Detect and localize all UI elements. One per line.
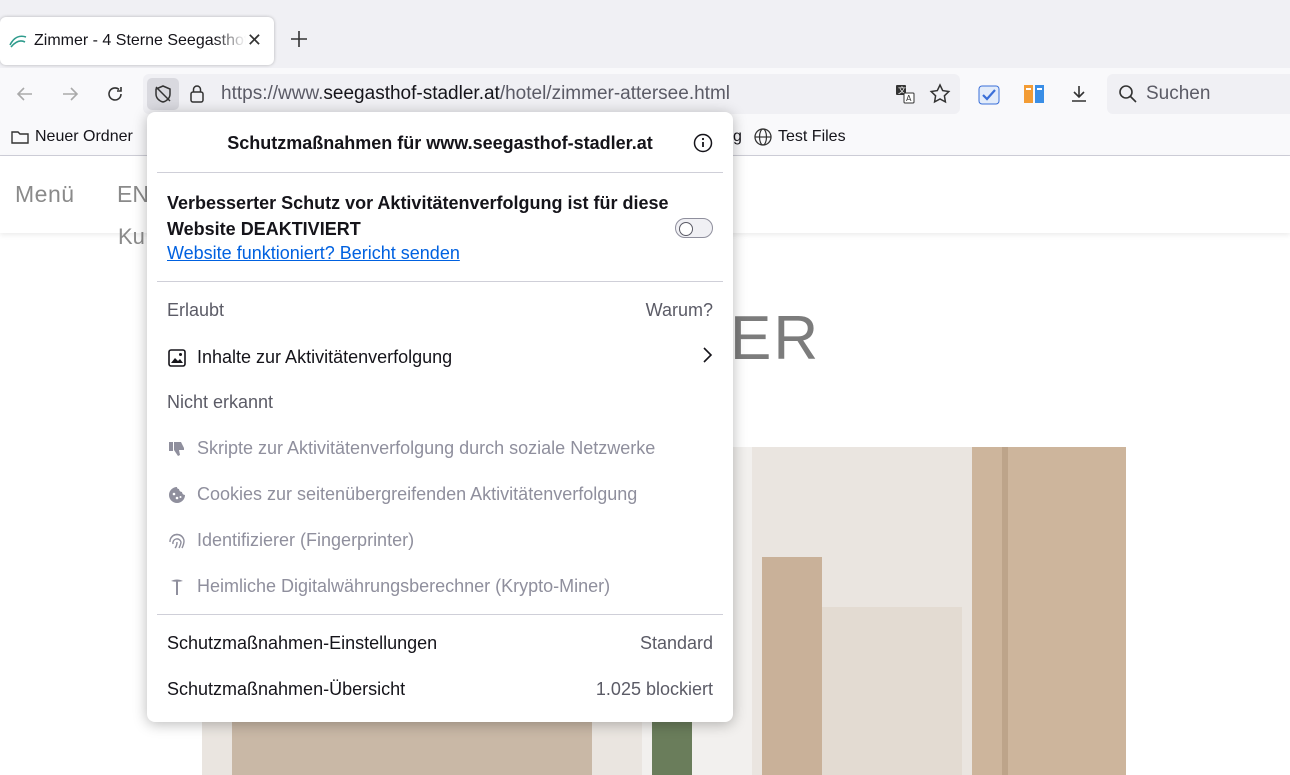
bookmark-star-icon[interactable] [928,82,952,106]
not-detected-item: Cookies zur seitenübergreifenden Aktivit… [167,484,713,505]
report-site-link[interactable]: Website funktioniert? Bericht senden [167,243,460,264]
panel-title: Schutzmaßnahmen für www.seegasthof-stadl… [227,133,653,153]
browser-window: Zimmer - 4 Sterne Seegasthof Stadler ✕ h… [0,0,1290,775]
protection-panel: Schutzmaßnahmen für www.seegasthof-stadl… [147,112,733,722]
not-detected-item: Heimliche Digitalwährungsberechner (Kryp… [167,576,713,597]
why-link[interactable]: Warum? [646,300,713,321]
reload-button[interactable] [101,80,129,108]
back-arrow-icon [16,87,32,101]
tab-active[interactable]: Zimmer - 4 Sterne Seegasthof Stadler ✕ [0,17,274,65]
folder-icon [11,131,29,144]
info-icon[interactable] [693,133,713,158]
url-bar[interactable]: https://www.seegasthof-stadler.at/hotel/… [143,74,960,114]
settings-label: Schutzmaßnahmen-Einstellungen [167,633,438,653]
url-domain: seegasthof-stadler.at [323,83,500,104]
reload-icon [108,87,122,101]
tab-title: Zimmer - 4 Sterne Seegasthof Stadler [34,32,246,49]
pickaxe-icon [167,577,187,597]
allowed-item-tracking-content[interactable]: Inhalte zur Aktivitätenverfolgung [167,346,713,369]
tab-close-icon[interactable]: ✕ [247,30,262,50]
fingerprint-icon [167,531,187,551]
url-prefix: https://www. [221,83,324,104]
lock-icon[interactable] [189,84,205,109]
panel-header: Schutzmaßnahmen für www.seegasthof-stadl… [147,112,733,172]
cookie-icon [167,485,187,505]
divider [157,172,723,173]
thumbs-down-icon [167,439,187,459]
not-detected-item-label: Cookies zur seitenübergreifenden Aktivit… [197,484,638,504]
protection-overview-row[interactable]: Schutzmaßnahmen-Übersicht 1.025 blockier… [167,679,713,700]
search-icon [1119,85,1137,103]
globe-icon [754,128,772,146]
protection-toggle[interactable] [675,218,713,238]
bookmark-test-files[interactable]: Test Files [754,128,846,146]
svg-text:A: A [906,94,912,103]
not-detected-section-header: Nicht erkannt [167,392,713,413]
search-placeholder: Suchen [1146,83,1211,104]
shield-disabled-icon [155,85,171,103]
bookmark-folder-neuer-ordner[interactable]: Neuer Ordner [11,128,133,146]
url-path: /hotel/zimmer-attersee.html [499,83,730,104]
bookmark-label: g [733,128,742,145]
not-detected-item: Skripte zur Aktivitätenverfolgung durch … [167,438,713,459]
downloads-button[interactable] [1065,80,1093,108]
translate-icon[interactable]: 文A [893,82,917,106]
allowed-item-label: Inhalte zur Aktivitätenverfolgung [197,347,453,367]
page-subnav-text: Ku [118,224,145,249]
not-detected-item: Identifizierer (Fingerprinter) [167,530,713,551]
settings-value: Standard [639,633,713,653]
extension-checkmark-icon[interactable] [975,80,1003,108]
url-text[interactable]: https://www.seegasthof-stadler.at/hotel/… [221,83,730,105]
forward-arrow-icon [63,87,79,101]
chevron-right-icon [701,346,713,369]
extension-columns-icon[interactable] [1020,80,1048,108]
bookmark-label: Neuer Ordner [35,128,133,145]
image-icon [167,348,187,368]
blocked-count: 1.025 blockiert [595,679,713,699]
site-favicon-icon [8,31,28,51]
bookmark-partial[interactable]: g [733,128,742,146]
bookmark-label: Test Files [778,128,846,145]
not-detected-item-label: Identifizierer (Fingerprinter) [197,530,415,550]
page-heading: ER [730,304,821,373]
tab-strip: Zimmer - 4 Sterne Seegasthof Stadler ✕ [0,0,1290,68]
new-tab-button[interactable] [287,27,311,51]
tracking-protection-button[interactable] [147,78,179,110]
divider [157,614,723,615]
search-input[interactable]: Suchen [1107,74,1290,114]
allowed-section-header: Erlaubt Warum? [167,300,713,321]
overview-label: Schutzmaßnahmen-Übersicht [167,679,406,699]
forward-button[interactable] [56,80,84,108]
language-switch[interactable]: EN [117,181,149,208]
site-menu-link[interactable]: Menü [15,181,75,208]
not-detected-item-label: Heimliche Digitalwährungsberechner (Kryp… [197,576,611,596]
allowed-label: Erlaubt [167,300,225,320]
protection-status-text: Verbesserter Schutz vor Aktivitätenverfo… [167,193,669,239]
protection-settings-row[interactable]: Schutzmaßnahmen-Einstellungen Standard [167,633,713,654]
not-detected-item-label: Skripte zur Aktivitätenverfolgung durch … [197,438,656,458]
divider [157,281,723,282]
back-button[interactable] [11,80,39,108]
not-detected-label: Nicht erkannt [167,392,274,412]
download-icon [1072,86,1086,102]
